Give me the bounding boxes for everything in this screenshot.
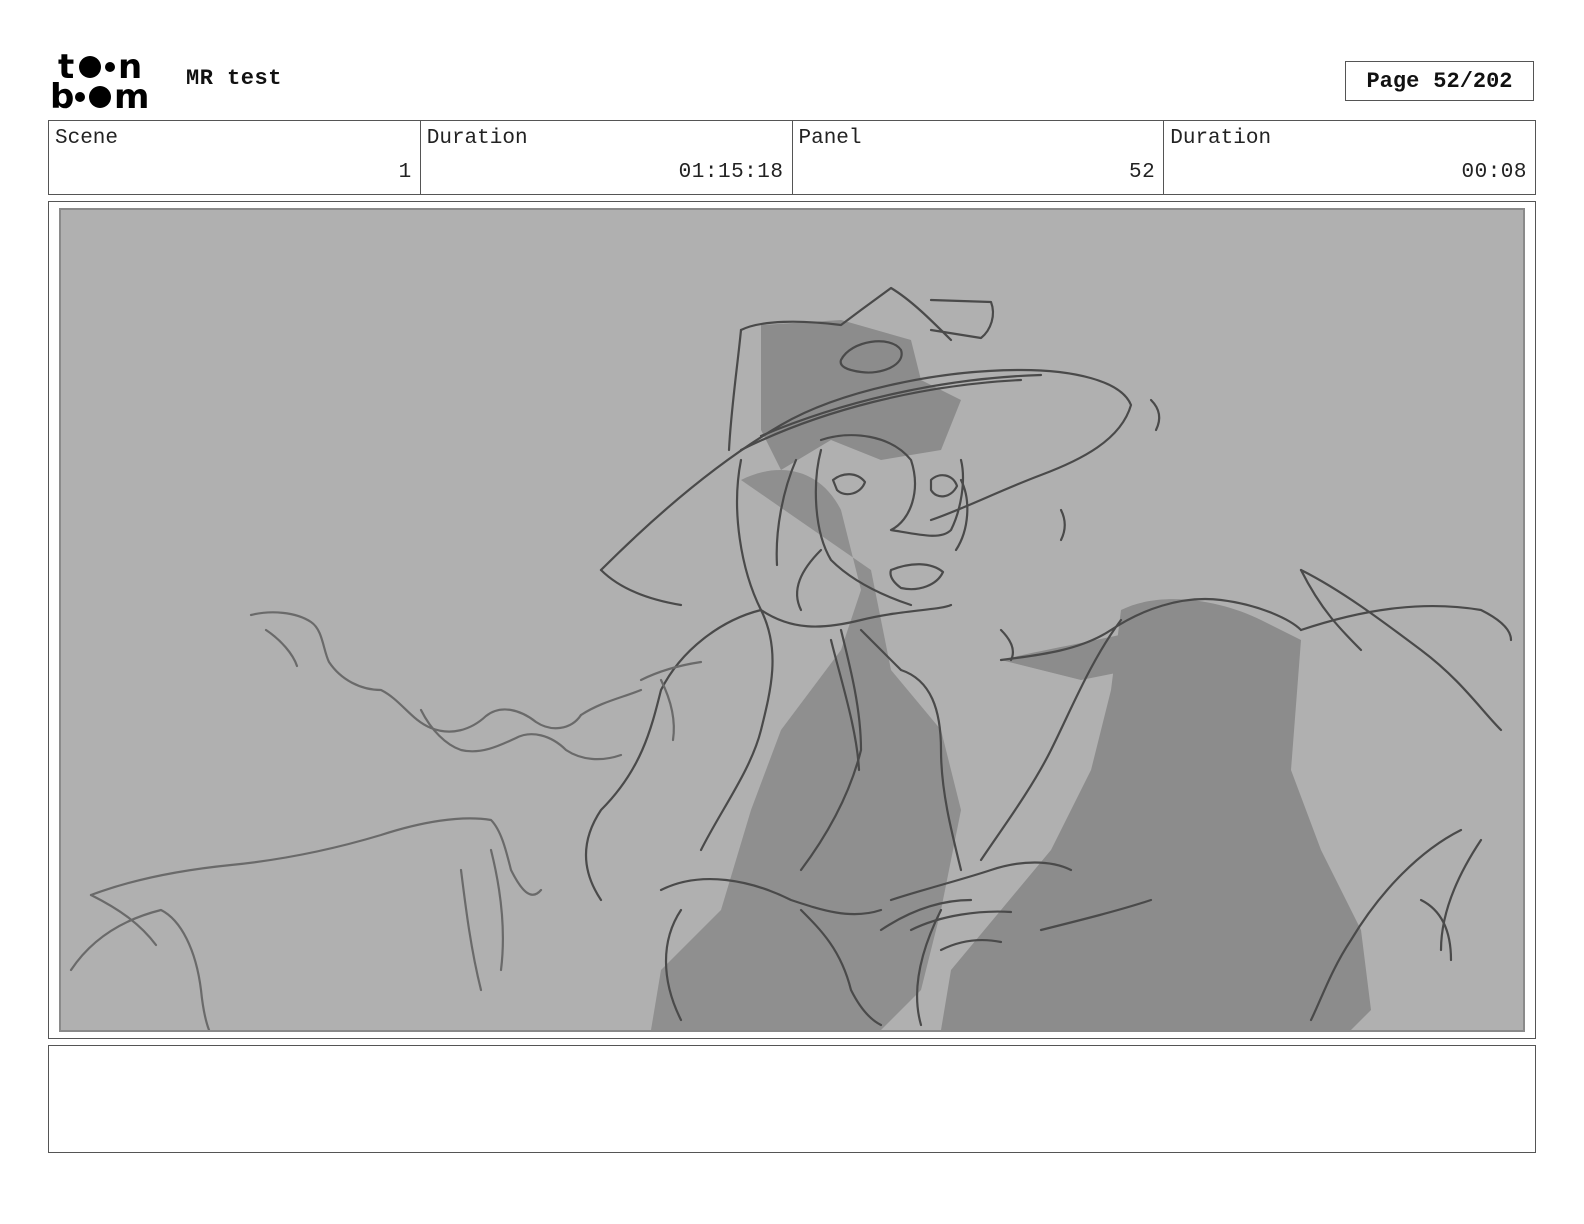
panel-duration-cell: Duration 00:08 bbox=[1164, 121, 1535, 194]
page-indicator: Page 52/202 bbox=[1345, 61, 1534, 101]
toon-boom-logo: t n b m bbox=[50, 50, 165, 112]
storyboard-sketch-drawing bbox=[69, 286, 1513, 1030]
panel-info-row: Scene 1 Duration 01:15:18 Panel 52 Durat… bbox=[48, 120, 1536, 195]
panel-duration-value: 00:08 bbox=[1461, 161, 1527, 184]
scene-duration-cell: Duration 01:15:18 bbox=[421, 121, 793, 194]
panel-cell: Panel 52 bbox=[793, 121, 1165, 194]
project-title: MR test bbox=[186, 66, 282, 91]
panel-notes bbox=[48, 1045, 1536, 1153]
svg-text:m: m bbox=[114, 77, 149, 112]
sketch-lines-left bbox=[69, 611, 703, 1030]
svg-text:b: b bbox=[50, 77, 74, 112]
scene-value: 1 bbox=[398, 161, 412, 184]
sketch-shadow-fills bbox=[651, 320, 1371, 1030]
storyboard-sketch bbox=[59, 208, 1525, 1032]
panel-duration-label: Duration bbox=[1170, 127, 1272, 150]
toon-boom-logo-icon: t n b m bbox=[50, 50, 149, 112]
panel-label: Panel bbox=[798, 127, 862, 150]
page-label: Page bbox=[1366, 68, 1420, 94]
panel-value: 52 bbox=[1129, 161, 1156, 184]
scene-label: Scene bbox=[55, 127, 119, 150]
page-number: 52/202 bbox=[1433, 68, 1513, 94]
scene-cell: Scene 1 bbox=[49, 121, 421, 194]
scene-duration-value: 01:15:18 bbox=[678, 161, 784, 184]
scene-duration-label: Duration bbox=[426, 127, 528, 150]
